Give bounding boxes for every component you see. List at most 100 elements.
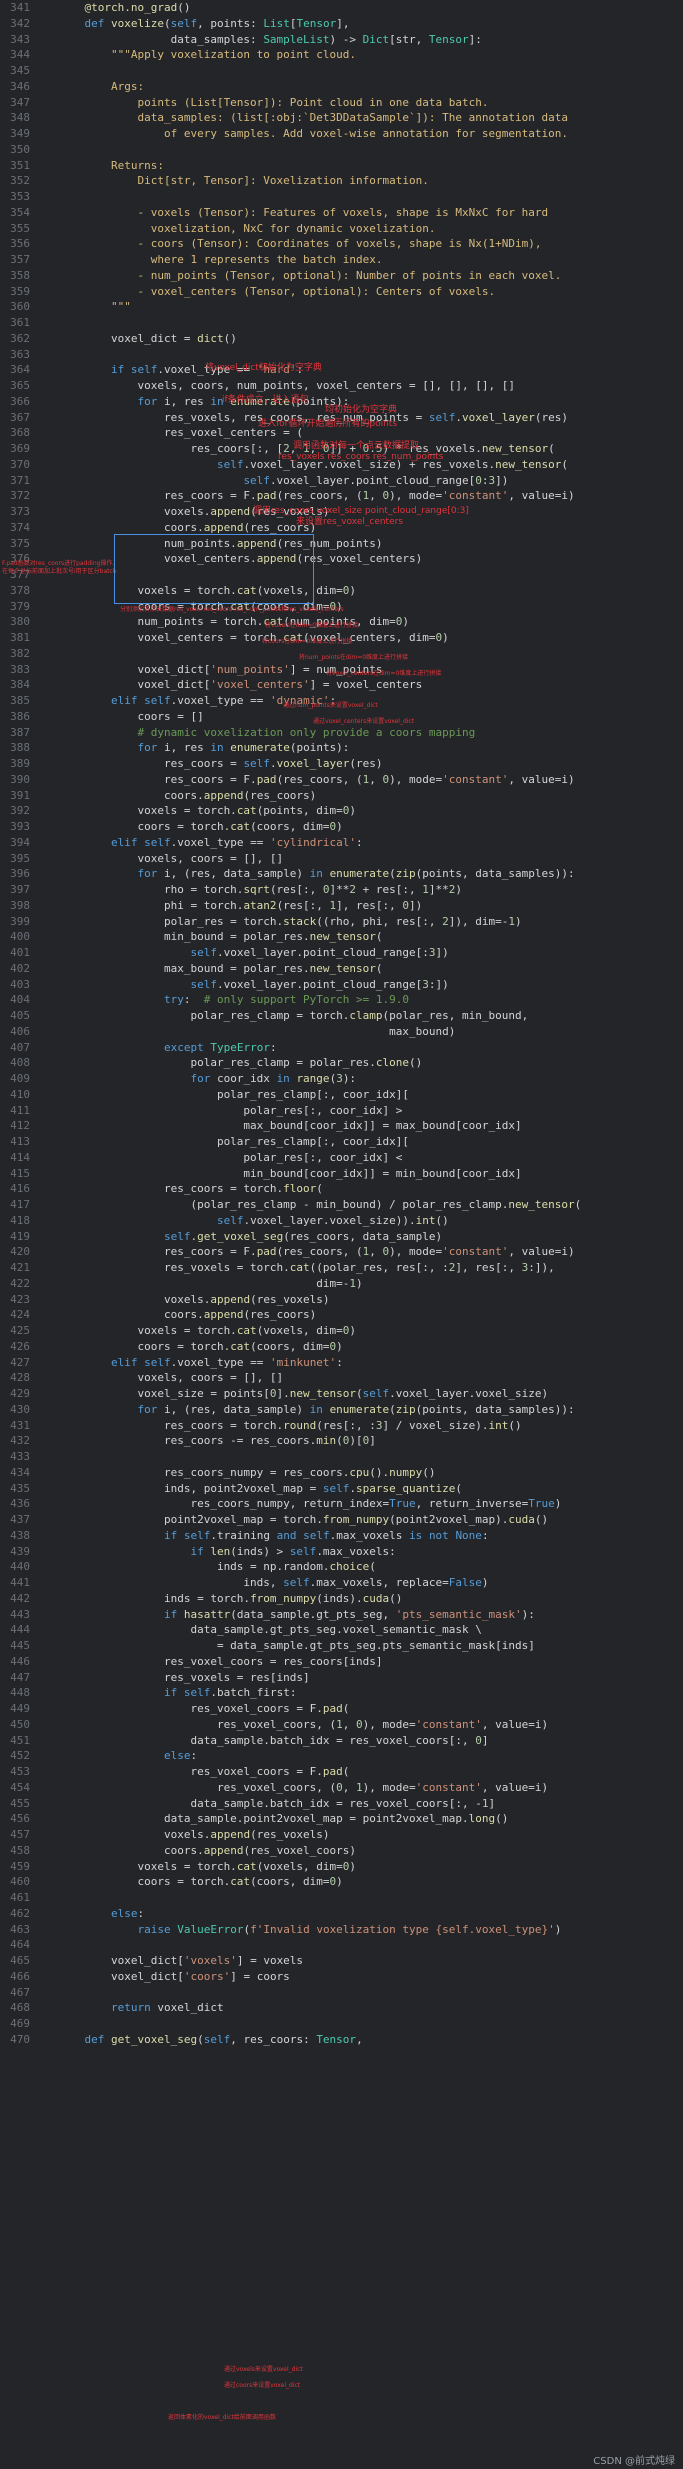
code-text: for i, (res, data_sample) in enumerate(z… <box>137 1402 575 1416</box>
code-line: 401 self.voxel_layer.point_cloud_range[:… <box>0 945 683 961</box>
code-line: 352 Dict[str, Tensor]: Voxelization info… <box>0 173 683 189</box>
line-number: 447 <box>10 1670 30 1684</box>
code-line: 457 voxels.append(res_voxels) <box>0 1827 683 1843</box>
code-text: voxel_dict['voxels'] = voxels <box>58 1954 304 1967</box>
code-line: 372 res_coors = F.pad(res_coors, (1, 0),… <box>0 488 683 504</box>
annotation-379: 将coors在dim=0维度上进行拼接 <box>262 638 353 645</box>
code-text: inds, point2voxel_map = self.sparse_quan… <box>58 1481 462 1495</box>
code-text: for i, res in enumerate(points): <box>137 741 350 755</box>
line-number: 392 <box>10 804 30 818</box>
code-line: 355 voxelization, NxC for dynamic voxeli… <box>0 221 683 237</box>
code-line: 451 data_sample.batch_idx = res_voxel_co… <box>0 1733 683 1749</box>
line-number: 364 <box>10 363 30 377</box>
code-line: 406 max_bound) <box>0 1024 683 1040</box>
code-line: 424 coors.append(res_coors) <box>0 1307 683 1323</box>
line-number: 449 <box>10 1702 30 1715</box>
code-text: dim=-1) <box>58 1276 363 1290</box>
code-line: 423 voxels.append(res_voxels) <box>0 1292 683 1308</box>
code-line: 413 polar_res_clamp[:, coor_idx][ <box>0 1134 683 1150</box>
code-text: polar_res_clamp = torch.clamp(polar_res,… <box>58 1009 529 1022</box>
line-number: 385 <box>10 694 30 707</box>
code-line: 361 <box>0 315 683 331</box>
code-line: 399 polar_res = torch.stack((rho, phi, r… <box>0 914 683 930</box>
line-number: 389 <box>10 757 30 770</box>
annotation-364: if条件成立，进入语句 <box>222 395 309 405</box>
line-number: 351 <box>10 158 30 172</box>
line-number: 428 <box>10 1371 30 1385</box>
code-line: 388 for i, res in enumerate(points): <box>0 740 683 756</box>
line-number: 369 <box>10 442 30 455</box>
code-line: 392 voxels = torch.cat(points, dim=0) <box>0 803 683 819</box>
code-line: 402 max_bound = polar_res.new_tensor( <box>0 961 683 977</box>
code-line: 436 res_coors_numpy, return_index=True, … <box>0 1496 683 1512</box>
code-text: raise ValueError(f'Invalid voxelization … <box>137 1922 562 1936</box>
code-line: 429 voxel_size = points[0].new_tensor(se… <box>0 1386 683 1402</box>
line-number: 437 <box>10 1513 30 1526</box>
code-line: 351 Returns: <box>0 158 683 174</box>
code-line: 394 elif self.voxel_type == 'cylindrical… <box>0 835 683 851</box>
code-line: 403 self.voxel_layer.point_cloud_range[3… <box>0 977 683 993</box>
line-number: 395 <box>10 851 30 865</box>
line-number: 425 <box>10 1324 30 1337</box>
line-number: 427 <box>10 1355 30 1369</box>
code-line: 421 res_voxels = torch.cat((polar_res, r… <box>0 1260 683 1276</box>
annotation-362: 将voxel_dict初始化为空字典 <box>205 363 322 373</box>
code-line: 362 voxel_dict = dict() <box>0 331 683 347</box>
line-number: 348 <box>10 111 30 125</box>
line-number: 345 <box>10 64 30 77</box>
line-number: 360 <box>10 300 30 314</box>
code-line: 443 if hasattr(data_sample.gt_pts_seg, '… <box>0 1607 683 1623</box>
code-text: res_coors = torch.round(res[:, :3] / vox… <box>58 1418 522 1432</box>
line-number: 412 <box>10 1119 30 1133</box>
line-number: 382 <box>10 646 30 660</box>
line-number: 445 <box>10 1639 30 1652</box>
code-text: def voxelize(self, points: List[Tensor], <box>84 16 350 30</box>
code-text: data_sample.batch_idx = res_voxel_coors[… <box>58 1796 496 1810</box>
line-number: 386 <box>10 709 30 723</box>
code-text: coors = torch.cat(coors, dim=0) <box>58 1875 343 1889</box>
code-text: self.voxel_layer.point_cloud_range[3:]) <box>190 977 449 991</box>
code-line: 432 res_coors -= res_coors.min(0)[0] <box>0 1433 683 1449</box>
line-number: 467 <box>10 1985 30 1999</box>
code-line: 410 polar_res_clamp[:, coor_idx][ <box>0 1087 683 1103</box>
code-text: self.voxel_layer.point_cloud_range[:3]) <box>190 946 449 959</box>
annotation-466: 通过coors来设置voxel_dict <box>224 2382 301 2389</box>
code-text: def get_voxel_seg(self, res_coors: Tenso… <box>84 2032 363 2046</box>
code-line: 414 polar_res[:, coor_idx] < <box>0 1150 683 1166</box>
line-number: 368 <box>10 426 30 440</box>
code-text: polar_res = torch.stack((rho, phi, res[:… <box>58 914 522 928</box>
code-text: data_sample.batch_idx = res_voxel_coors[… <box>58 1733 489 1747</box>
code-text: = data_sample.gt_pts_seg.pts_semantic_ma… <box>58 1639 535 1652</box>
code-text: return voxel_dict <box>110 2001 224 2015</box>
line-number: 398 <box>10 898 30 912</box>
code-text: - voxel_centers (Tensor, optional): Cent… <box>58 284 496 298</box>
code-line: 342 def voxelize(self, points: List[Tens… <box>0 16 683 32</box>
code-line: 422 dim=-1) <box>0 1276 683 1292</box>
code-line: 375 num_points.append(res_num_points) <box>0 536 683 552</box>
line-number: 352 <box>10 174 30 188</box>
line-number: 399 <box>10 914 30 928</box>
code-line: 346 Args: <box>0 79 683 95</box>
code-line: 397 rho = torch.sqrt(res[:, 0]**2 + res[… <box>0 882 683 898</box>
code-line: 400 min_bound = polar_res.new_tensor( <box>0 929 683 945</box>
line-number: 433 <box>10 1450 30 1463</box>
code-line: 430 for i, (res, data_sample) in enumera… <box>0 1402 683 1418</box>
code-line: 426 coors = torch.cat(coors, dim=0) <box>0 1339 683 1355</box>
code-text: coors = [] <box>58 709 204 723</box>
code-text: coors.append(res_voxel_coors) <box>58 1843 357 1857</box>
code-line: 449 res_voxel_coors = F.pad( <box>0 1701 683 1717</box>
annotation-373-left: F.pad函数对res_coors进行padding操作, <box>2 560 115 567</box>
code-line: 442 inds = torch.from_numpy(inds).cuda() <box>0 1591 683 1607</box>
code-line: 412 max_bound[coor_idx]] = max_bound[coo… <box>0 1118 683 1134</box>
line-number: 410 <box>10 1087 30 1101</box>
code-text: res_coors = self.voxel_layer(res) <box>58 757 383 770</box>
code-line: 461 <box>0 1890 683 1906</box>
line-number: 393 <box>10 820 30 833</box>
code-line: 428 voxels, coors = [], [] <box>0 1370 683 1386</box>
line-number: 462 <box>10 1906 30 1920</box>
code-text: if self.batch_first: <box>163 1686 297 1700</box>
line-number: 374 <box>10 520 30 534</box>
line-number: 444 <box>10 1623 30 1637</box>
code-text: voxel_centers = torch.cat(voxel_centers,… <box>58 631 449 644</box>
code-line: 363 <box>0 347 683 363</box>
